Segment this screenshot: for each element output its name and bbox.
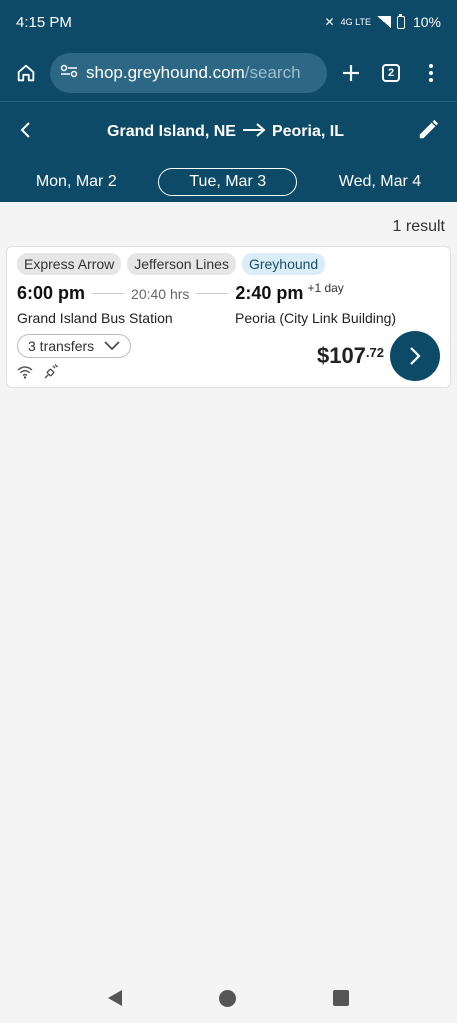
result-count: 1 result	[392, 218, 445, 235]
battery-icon	[396, 13, 405, 29]
status-icons: ✕ 4G LTE 10%	[324, 13, 441, 30]
divider	[196, 293, 229, 294]
route-title: Grand Island, NE Peoria, IL	[107, 122, 344, 142]
trip-price: $107.72	[317, 343, 384, 369]
trip-duration: 20:40 hrs	[131, 285, 190, 302]
tab-switcher-button[interactable]: 2	[375, 57, 407, 89]
wifi-icon	[17, 365, 33, 384]
date-selector: Mon, Mar 2 Tue, Mar 3 Wed, Mar 4	[0, 162, 457, 202]
site-settings-icon[interactable]	[60, 63, 78, 83]
trip-times: 6:00 pm 20:40 hrs 2:40 pm +1 day	[17, 281, 440, 304]
power-outlet-icon	[43, 364, 59, 385]
transfers-label: 3 transfers	[28, 338, 95, 354]
carrier-tag: Jefferson Lines	[127, 253, 236, 275]
carrier-tag: Greyhound	[241, 253, 326, 275]
arrow-right-icon	[242, 122, 266, 142]
date-tab-next[interactable]: Wed, Mar 4	[309, 169, 451, 195]
new-tab-icon[interactable]	[335, 57, 367, 89]
back-nav-icon[interactable]	[108, 990, 123, 1006]
trip-stations: Grand Island Bus Station Peoria (City Li…	[17, 310, 440, 326]
price-whole: $107	[316, 343, 366, 368]
more-menu-icon[interactable]	[415, 57, 447, 89]
chevron-down-icon	[104, 338, 120, 354]
url-text: shop.greyhound.com/search	[86, 63, 301, 83]
transfers-dropdown[interactable]: 3 transfers	[17, 334, 132, 358]
price-cents: .72	[365, 345, 384, 360]
route-destination: Peoria, IL	[271, 123, 344, 140]
signal-icon	[376, 16, 391, 28]
route-origin: Grand Island, NE	[107, 123, 236, 140]
status-bar: 4:15 PM ✕ 4G LTE 10%	[0, 0, 457, 44]
url-host: shop.greyhound.com	[86, 62, 245, 82]
tab-count: 2	[382, 63, 400, 82]
date-tab-selected[interactable]: Tue, Mar 3	[158, 168, 298, 196]
url-path: /search	[244, 62, 301, 82]
day-offset: +1 day	[307, 281, 344, 295]
home-nav-icon[interactable]	[218, 989, 236, 1007]
departure-time: 6:00 pm	[17, 283, 86, 303]
recents-nav-icon[interactable]	[332, 990, 349, 1006]
mute-icon: ✕	[324, 15, 335, 29]
home-icon[interactable]	[10, 57, 42, 89]
trip-card[interactable]: Express Arrow Jefferson Lines Greyhound …	[6, 246, 451, 388]
browser-toolbar: shop.greyhound.com/search 2	[0, 44, 457, 102]
route-header: Grand Island, NE Peoria, IL	[0, 102, 457, 162]
divider	[92, 293, 125, 294]
address-bar[interactable]: shop.greyhound.com/search	[50, 52, 327, 93]
back-icon[interactable]	[18, 120, 34, 145]
select-trip-button[interactable]	[390, 331, 440, 381]
carrier-tags: Express Arrow Jefferson Lines Greyhound	[17, 253, 440, 275]
battery-percent: 10%	[412, 14, 441, 30]
carrier-tag: Express Arrow	[17, 253, 122, 275]
status-time: 4:15 PM	[16, 13, 72, 31]
network-type-label: 4G LTE	[340, 17, 371, 27]
edit-search-icon[interactable]	[417, 119, 439, 146]
arrival-station: Peoria (City Link Building)	[235, 310, 397, 326]
arrival-time: 2:40 pm	[235, 283, 304, 303]
date-tab-prev[interactable]: Mon, Mar 2	[6, 169, 147, 195]
departure-station: Grand Island Bus Station	[17, 310, 173, 326]
system-nav-bar	[0, 973, 457, 1023]
